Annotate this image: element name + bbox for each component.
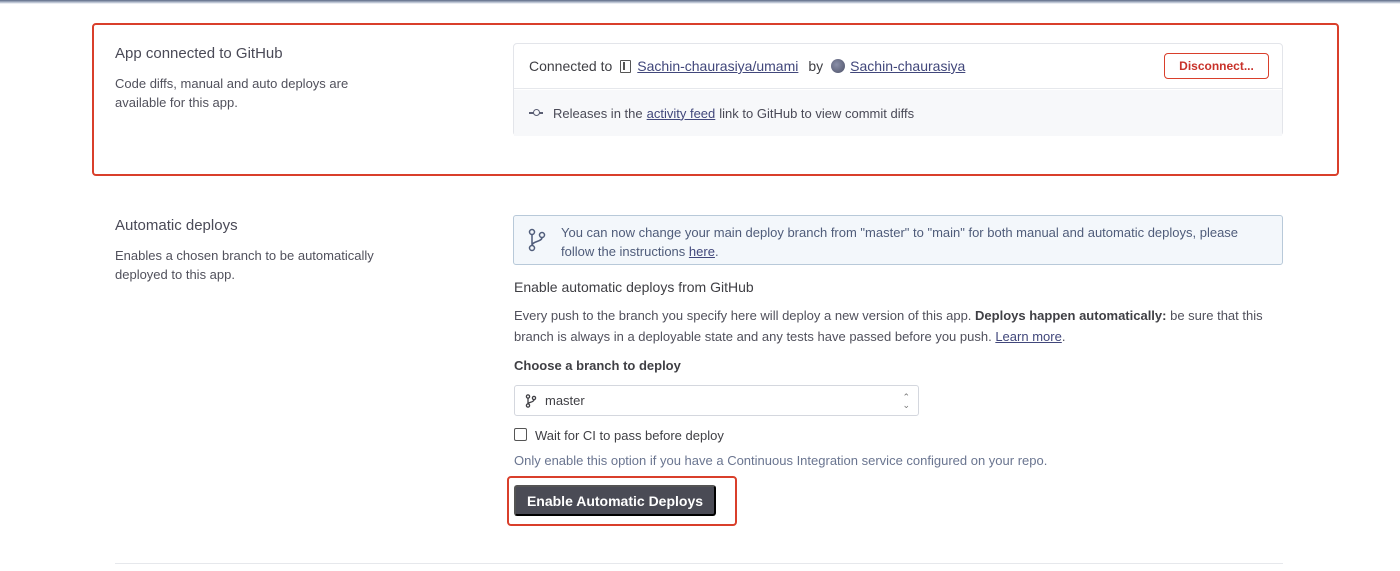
enable-auto-deploys-heading: Enable automatic deploys from GitHub bbox=[514, 279, 754, 295]
auto-deploy-section-title: Automatic deploys bbox=[115, 217, 238, 234]
branch-icon bbox=[525, 393, 537, 408]
github-section-description: Code diffs, manual and auto deploys are … bbox=[115, 76, 349, 110]
branch-select[interactable]: master ⌃ ⌄ bbox=[514, 385, 919, 416]
page: App connected to GitHub Code diffs, manu… bbox=[0, 0, 1400, 571]
enable-automatic-deploys-button[interactable]: Enable Automatic Deploys bbox=[514, 485, 716, 516]
notice-end: . bbox=[714, 244, 719, 259]
git-branch-icon bbox=[528, 228, 546, 252]
ci-note: Only enable this option if you have a Co… bbox=[514, 453, 1048, 468]
notice-text: You can now change your main deploy bran… bbox=[561, 225, 1239, 259]
disconnect-button[interactable]: Disconnect... bbox=[1164, 53, 1269, 79]
auto-deploy-explanation: Every push to the branch you specify her… bbox=[514, 305, 1284, 347]
releases-info-row: Releases in the activity feed link to Gi… bbox=[514, 90, 1282, 136]
branch-rename-notice: You can now change your main deploy bran… bbox=[513, 215, 1283, 265]
wait-ci-label: Wait for CI to pass before deploy bbox=[535, 428, 724, 443]
user-avatar-icon bbox=[831, 59, 846, 73]
auto-deploy-section-description: Enables a chosen branch to be automatica… bbox=[115, 248, 374, 282]
repo-icon bbox=[620, 59, 632, 73]
repo-link[interactable]: Sachin-chaurasiya/umami bbox=[637, 58, 798, 74]
top-divider bbox=[0, 0, 1400, 4]
github-section-title: App connected to GitHub bbox=[115, 45, 283, 62]
by-label: by bbox=[808, 58, 824, 74]
learn-more-link[interactable]: Learn more bbox=[995, 329, 1061, 344]
para-text: Every push to the branch you specify her… bbox=[514, 308, 972, 323]
select-chevron-icon: ⌃ ⌄ bbox=[902, 392, 910, 410]
commit-icon bbox=[529, 108, 543, 118]
para-end: . bbox=[1061, 329, 1066, 344]
connected-to-label: Connected to bbox=[529, 58, 613, 74]
choose-branch-label: Choose a branch to deploy bbox=[514, 358, 681, 373]
selected-branch: master bbox=[545, 393, 585, 408]
para-bold: Deploys happen automatically: bbox=[975, 308, 1167, 323]
releases-prefix: Releases in the bbox=[553, 105, 643, 121]
activity-feed-link[interactable]: activity feed bbox=[647, 106, 716, 121]
connection-row: Connected to Sachin-chaurasiya/umami by … bbox=[514, 44, 1282, 89]
bottom-divider bbox=[115, 563, 1283, 564]
releases-suffix: link to GitHub to view commit diffs bbox=[719, 105, 915, 121]
wait-ci-checkbox[interactable] bbox=[514, 428, 527, 441]
connection-card: Connected to Sachin-chaurasiya/umami by … bbox=[513, 43, 1283, 136]
user-link[interactable]: Sachin-chaurasiya bbox=[850, 58, 965, 74]
notice-here-link[interactable]: here bbox=[689, 244, 715, 259]
wait-ci-row: Wait for CI to pass before deploy bbox=[514, 428, 724, 443]
